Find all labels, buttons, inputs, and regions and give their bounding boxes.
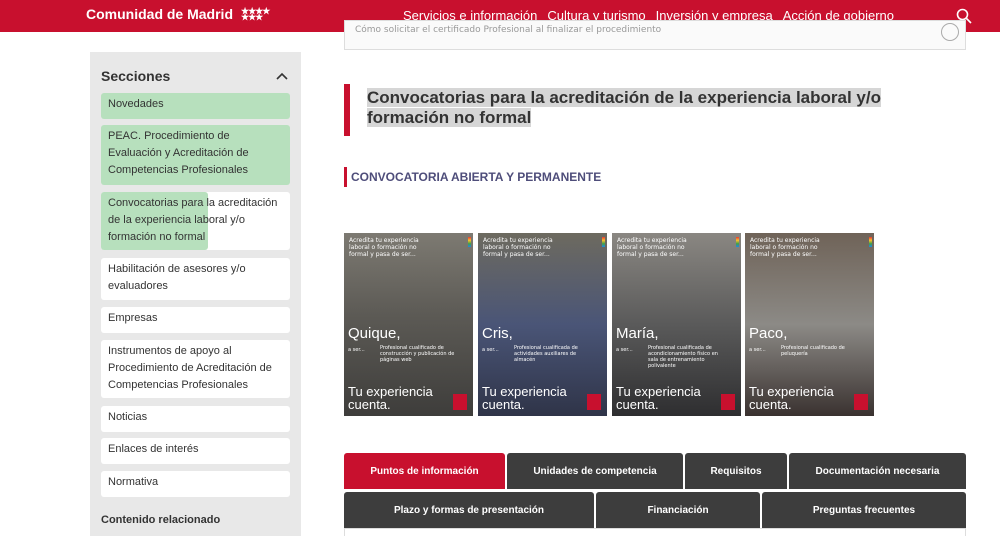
card-profession: Profesional cualificado de peluquería — [781, 345, 845, 357]
subtitle-accent-bar — [344, 167, 347, 187]
campaign-card-cris[interactable]: Acredita tu experiencia laboral o formac… — [478, 233, 607, 416]
sidebar-item-label: Novedades — [108, 98, 164, 110]
sidebar-item-label: Noticias — [108, 411, 148, 423]
sidebar-item-normativa[interactable]: Normativa — [101, 471, 290, 497]
tab-requisitos[interactable]: Requisitos — [685, 453, 787, 489]
sidebar-item-habilitacion[interactable]: Habilitación de asesores y/o evaluadores — [101, 258, 290, 300]
card-tagline: Tu experiencia cuenta. — [482, 384, 567, 412]
color-stripe-icon — [736, 237, 739, 247]
tab-puntos-informacion[interactable]: Puntos de información — [344, 453, 505, 489]
card-connector: a ser... — [348, 347, 365, 353]
sidebar-item-label: Habilitación de asesores y/o evaluadores — [108, 263, 246, 292]
tab-content-panel — [344, 528, 966, 536]
card-heading: Acredita tu experiencia laboral o formac… — [617, 237, 687, 258]
sidebar-item-noticias[interactable]: Noticias — [101, 406, 290, 432]
card-name: María, — [616, 325, 659, 342]
title-accent-bar — [344, 84, 350, 136]
snippet-text: Cómo solicitar el certificado Profesiona… — [355, 25, 662, 35]
card-tagline: Tu experiencia cuenta. — [348, 384, 433, 412]
tab-unidades-competencia[interactable]: Unidades de competencia — [507, 453, 683, 489]
card-connector: a ser... — [482, 347, 499, 353]
sidebar-item-label: Enlaces de interés — [108, 443, 199, 455]
brand-logo[interactable]: Comunidad de Madrid ★★★★ ★★★ — [86, 6, 270, 22]
madrid-logo-icon — [721, 394, 735, 410]
tab-documentacion[interactable]: Documentación necesaria — [789, 453, 966, 489]
card-name: Cris, — [482, 325, 513, 342]
card-heading: Acredita tu experiencia laboral o formac… — [750, 237, 820, 258]
sidebar-item-label: Instrumentos de apoyo al Procedimiento d… — [108, 345, 272, 391]
sidebar-item-enlaces[interactable]: Enlaces de interés — [101, 438, 290, 464]
sidebar-title: Secciones — [101, 68, 171, 84]
accordion-snippet[interactable]: Cómo solicitar el certificado Profesiona… — [344, 20, 966, 50]
color-stripe-icon — [869, 237, 872, 247]
sidebar: Secciones Novedades PEAC. Procedimiento … — [90, 52, 301, 536]
tab-financiacion[interactable]: Financiación — [596, 492, 760, 528]
card-profession: Profesional cualificado de construcción … — [380, 345, 455, 363]
color-stripe-icon — [468, 237, 471, 247]
expand-icon[interactable] — [941, 23, 959, 41]
sidebar-item-empresas[interactable]: Empresas — [101, 307, 290, 333]
card-connector: a ser... — [749, 347, 766, 353]
stars-icon: ★★★★ ★★★ — [241, 6, 270, 22]
section-subtitle: CONVOCATORIA ABIERTA Y PERMANENTE — [351, 170, 602, 184]
sidebar-item-label: PEAC. Procedimiento de Evaluación y Acre… — [108, 130, 249, 176]
madrid-logo-icon — [854, 394, 868, 410]
campaign-card-maria[interactable]: Acredita tu experiencia laboral o formac… — [612, 233, 741, 416]
card-heading: Acredita tu experiencia laboral o formac… — [349, 237, 419, 258]
page-title-text: Convocatorias para la acreditación de la… — [367, 88, 881, 127]
chevron-up-icon[interactable] — [276, 72, 288, 80]
card-profession: Profesional cualificada de acondicionami… — [648, 345, 718, 369]
sidebar-item-instrumentos[interactable]: Instrumentos de apoyo al Procedimiento d… — [101, 340, 290, 398]
tab-preguntas-frecuentes[interactable]: Preguntas frecuentes — [762, 492, 966, 528]
sidebar-item-peac[interactable]: PEAC. Procedimiento de Evaluación y Acre… — [101, 125, 290, 185]
madrid-logo-icon — [453, 394, 467, 410]
sidebar-item-novedades[interactable]: Novedades — [101, 93, 290, 119]
card-name: Paco, — [749, 325, 788, 342]
card-connector: a ser... — [616, 347, 633, 353]
card-heading: Acredita tu experiencia laboral o formac… — [483, 237, 553, 258]
color-stripe-icon — [602, 237, 605, 247]
madrid-logo-icon — [587, 394, 601, 410]
card-tagline: Tu experiencia cuenta. — [749, 384, 834, 412]
sidebar-item-label: Convocatorias para la acreditación de la… — [108, 197, 278, 243]
card-profession: Profesional cualificada de actividades a… — [514, 345, 578, 363]
campaign-card-quique[interactable]: Acredita tu experiencia laboral o formac… — [344, 233, 473, 416]
tab-plazo-presentacion[interactable]: Plazo y formas de presentación — [344, 492, 594, 528]
sidebar-item-label: Empresas — [108, 312, 158, 324]
sidebar-item-label: Normativa — [108, 476, 159, 488]
brand-name: Comunidad de Madrid — [86, 6, 233, 22]
card-tagline: Tu experiencia cuenta. — [616, 384, 701, 412]
page-title: Convocatorias para la acreditación de la… — [367, 88, 957, 128]
related-content-title: Contenido relacionado — [101, 514, 221, 526]
card-name: Quique, — [348, 325, 401, 342]
sidebar-item-convocatorias[interactable]: Convocatorias para la acreditación de la… — [101, 192, 290, 250]
campaign-card-paco[interactable]: Acredita tu experiencia laboral o formac… — [745, 233, 874, 416]
